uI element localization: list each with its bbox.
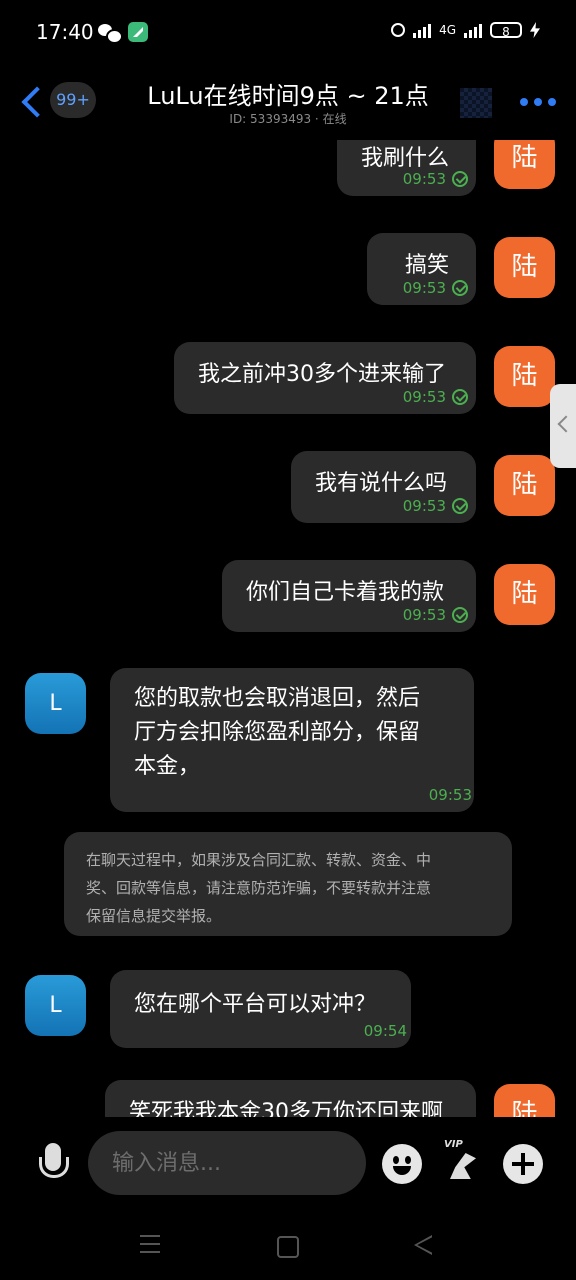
status-bar: 17:40 4G 8	[0, 0, 576, 64]
read-check-icon	[452, 280, 468, 296]
message-line: 您的取款也会取消退回，然后	[134, 686, 421, 711]
dot-icon	[534, 98, 542, 106]
app-notification-icon	[128, 22, 148, 42]
message-meta: 09:53	[429, 786, 472, 804]
message-time: 09:53	[428, 786, 472, 804]
message-bubble[interactable]: 笑死我我本金30多万你还回来啊	[105, 1080, 476, 1117]
self-avatar[interactable]: 陆	[494, 564, 555, 625]
message-bubble[interactable]: 你们自己卡着我的款 09:53	[222, 560, 476, 632]
message-input[interactable]	[88, 1131, 366, 1195]
message-meta: 09:53	[403, 279, 468, 297]
message-meta: 09:53	[403, 606, 468, 624]
message-bubble[interactable]: 您在哪个平台可以对冲？ 09:54	[110, 970, 411, 1048]
contact-avatar-l[interactable]: L	[25, 673, 86, 734]
wechat-icon	[98, 22, 123, 44]
message-time: 09:53	[402, 170, 446, 188]
back-button[interactable]	[18, 86, 48, 116]
notice-line: 在聊天过程中，如果涉及合同汇款、转款、资金、中	[86, 851, 432, 869]
status-indicators: 4G 8	[391, 22, 540, 39]
chat-subtitle: ID: 53393493 · 在线	[229, 112, 347, 126]
input-bar: VIP	[0, 1117, 576, 1217]
message-bubble[interactable]: 您的取款也会取消退回，然后 厅方会扣除您盈利部分，保留 本金， 09:53	[110, 668, 474, 812]
message-line: 本金，	[134, 754, 201, 779]
message-text: 笑死我我本金30多万你还回来啊	[129, 1100, 443, 1117]
message-text: 您在哪个平台可以对冲？	[134, 992, 377, 1017]
notice-line: 奖、回款等信息，请注意防范诈骗，不要转款并注意	[86, 879, 432, 897]
unread-badge[interactable]: 99+	[50, 82, 96, 118]
self-avatar[interactable]: 陆	[494, 1084, 555, 1117]
dot-icon	[548, 98, 556, 106]
plus-icon[interactable]	[503, 1144, 543, 1184]
anti-fraud-notice: 在聊天过程中，如果涉及合同汇款、转款、资金、中 奖、回款等信息，请注意防范诈骗，…	[64, 832, 512, 936]
message-list[interactable]: 我刷什么 09:53 陆 搞笑 09:53 陆 我之前冲30多个进来输了 09:…	[0, 140, 576, 1117]
message-time: 09:53	[402, 388, 446, 406]
self-avatar[interactable]: 陆	[494, 346, 555, 407]
message-text: 我刷什么	[361, 146, 450, 171]
message-meta: 09:53	[403, 388, 468, 406]
broom-icon	[450, 1153, 476, 1179]
message-text: 您的取款也会取消退回，然后 厅方会扣除您盈利部分，保留 本金，	[134, 682, 420, 784]
message-time: 09:53	[402, 279, 446, 297]
message-time: 09:53	[402, 497, 446, 515]
message-meta: 09:53	[403, 497, 468, 515]
notice-line: 保留信息提交举报。	[86, 907, 222, 925]
chat-title: LuLu在线时间9点 ~ 21点	[147, 82, 429, 110]
battery-icon: 8	[490, 22, 522, 39]
self-avatar[interactable]: 陆	[494, 455, 555, 516]
read-check-icon	[452, 171, 468, 187]
self-avatar[interactable]: 陆	[494, 140, 555, 189]
vip-clean-button[interactable]: VIP	[442, 1139, 484, 1185]
recents-icon[interactable]	[140, 1235, 160, 1255]
message-meta: 09:53	[403, 170, 468, 188]
message-meta: 09:54	[364, 1022, 407, 1040]
dot-icon	[520, 98, 528, 106]
read-check-icon	[452, 498, 468, 514]
read-check-icon	[452, 389, 468, 405]
read-check-icon	[452, 607, 468, 623]
message-bubble[interactable]: 我之前冲30多个进来输了 09:53	[174, 342, 476, 414]
message-bubble[interactable]: 我有说什么吗 09:53	[291, 451, 476, 523]
signal-icon	[413, 22, 432, 38]
message-bubble[interactable]: 搞笑 09:53	[367, 233, 476, 305]
message-bubble[interactable]: 我刷什么 09:53	[337, 140, 476, 196]
status-time: 17:40	[36, 20, 94, 44]
message-time: 09:54	[363, 1022, 407, 1040]
home-icon[interactable]	[277, 1236, 299, 1258]
alarm-icon	[391, 23, 406, 37]
contact-avatar-l[interactable]: L	[25, 975, 86, 1036]
self-avatar[interactable]: 陆	[494, 237, 555, 298]
signal-icon-2	[464, 22, 482, 38]
side-drawer-handle[interactable]	[550, 384, 576, 468]
microphone-icon[interactable]	[36, 1143, 70, 1187]
charging-icon	[530, 22, 540, 38]
message-text: 我之前冲30多个进来输了	[198, 362, 446, 387]
system-nav-bar	[0, 1217, 576, 1280]
notification-icons	[98, 22, 148, 44]
vip-label: VIP	[444, 1139, 463, 1150]
message-line: 厅方会扣除您盈利部分，保留	[134, 720, 421, 745]
back-nav-icon[interactable]	[414, 1235, 432, 1255]
message-text: 搞笑	[405, 253, 450, 278]
emoji-icon[interactable]	[382, 1144, 422, 1184]
message-text: 我有说什么吗	[315, 471, 448, 496]
message-time: 09:53	[402, 606, 446, 624]
message-text: 你们自己卡着我的款	[246, 580, 445, 605]
network-type: 4G	[439, 23, 456, 37]
more-options-button[interactable]	[520, 98, 556, 106]
chat-header: 99+ LuLu在线时间9点 ~ 21点 ID: 53393493 · 在线	[0, 64, 576, 140]
contact-avatar[interactable]	[460, 88, 492, 118]
